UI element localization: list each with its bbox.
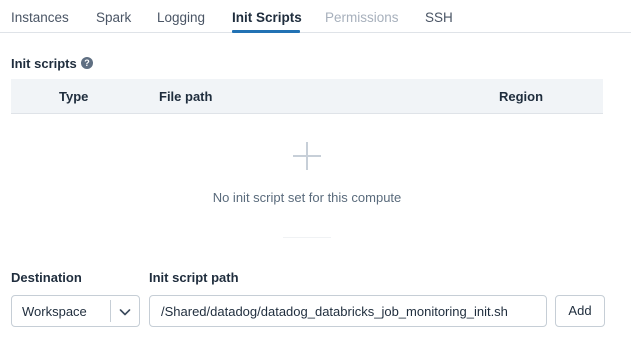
destination-select[interactable]: Workspace [11, 295, 140, 327]
chevron-down-icon[interactable] [118, 305, 132, 319]
init-scripts-table-header: Type File path Region [11, 79, 603, 114]
tab-permissions: Permissions [325, 10, 399, 25]
tab-init-scripts[interactable]: Init Scripts [232, 10, 302, 25]
question-circle-icon[interactable]: ? [81, 57, 93, 69]
column-header-type: Type [59, 89, 89, 104]
plus-icon [293, 142, 321, 170]
add-button[interactable]: Add [555, 295, 605, 327]
select-divider [110, 300, 111, 322]
tab-logging[interactable]: Logging [157, 10, 205, 25]
empty-state-divider [283, 237, 331, 238]
column-header-region: Region [499, 89, 544, 104]
tab-ssh[interactable]: SSH [425, 10, 453, 25]
tab-instances[interactable]: Instances [11, 10, 69, 25]
destination-label: Destination [11, 270, 82, 285]
tab-spark[interactable]: Spark [96, 10, 131, 25]
empty-state-message: No init script set for this compute [212, 190, 402, 205]
init-script-path-label: Init script path [149, 270, 239, 285]
column-header-file-path: File path [159, 89, 213, 104]
active-tab-indicator [232, 30, 300, 33]
tab-bar: Instances Spark Logging Init Scripts Per… [0, 0, 631, 33]
destination-select-value: Workspace [22, 304, 87, 319]
init-scripts-label: Init scripts [11, 56, 77, 71]
init-script-path-input[interactable] [149, 295, 547, 327]
